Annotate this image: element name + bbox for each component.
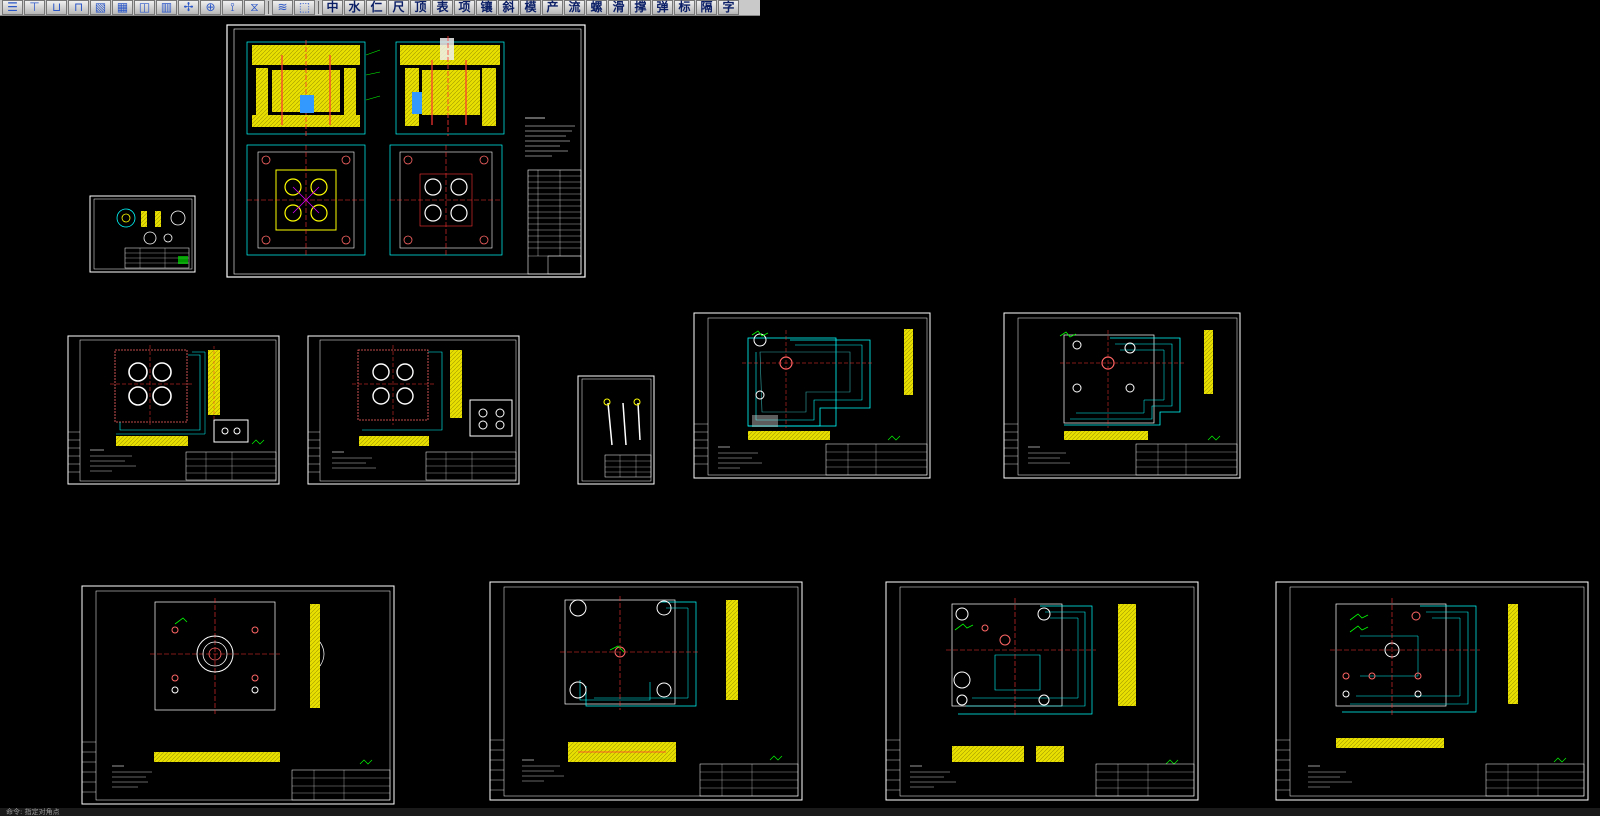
drawing-sheet-ejector-pins[interactable] <box>577 375 655 485</box>
toolbar-text-button[interactable]: 尺 <box>388 0 409 15</box>
spring-icon[interactable]: ⧖ <box>244 0 265 15</box>
toolbar-text-button[interactable]: 斜 <box>498 0 519 15</box>
drawing-sheet-core-plate[interactable] <box>1003 312 1241 479</box>
insert-icon[interactable]: ⊓ <box>68 0 89 15</box>
toolbar-text-button[interactable]: 模 <box>520 0 541 15</box>
assembly-top-plan <box>246 144 366 256</box>
screw-icon[interactable]: ⟟ <box>222 0 243 15</box>
toolbar-text-button[interactable]: 表 <box>432 0 453 15</box>
command-line[interactable]: 命令: 指定对角点 <box>0 808 1600 816</box>
drawing-sheet-cavity-plate-b[interactable] <box>307 335 520 485</box>
assembly-front-section <box>246 40 381 136</box>
center-icon[interactable]: ⊕ <box>200 0 221 15</box>
toolbar-separator <box>318 1 319 14</box>
dimension-icon[interactable]: ⊤ <box>24 0 45 15</box>
layer-stack-icon[interactable]: ≋ <box>272 0 293 15</box>
toolbar-text-button[interactable]: 标 <box>674 0 695 15</box>
toolbar-text-button[interactable]: 隔 <box>696 0 717 15</box>
drawing-sheet-support-plate[interactable] <box>489 581 803 801</box>
detail-icon[interactable]: ▥ <box>156 0 177 15</box>
toolbar-text-button[interactable]: 中 <box>322 0 343 15</box>
drawing-sheet-clamp-plate[interactable] <box>81 585 395 805</box>
assembly-notes-and-bom <box>525 117 582 275</box>
layer-manager-icon[interactable]: ☰ <box>2 0 23 15</box>
toolbar-text-button[interactable]: 镶 <box>476 0 497 15</box>
command-line-text: 命令: 指定对角点 <box>6 808 60 816</box>
drawing-sheet-cavity-plate-a[interactable] <box>67 335 280 485</box>
toolbar-text-button[interactable]: 产 <box>542 0 563 15</box>
cad-toolbar: ☰ ⊤ ⊔ ⊓ ▧ ▦ ◫ ▥ ✢ ⊕ ⟟ ⧖ ≋ ⬚ 中水仁尺顶表项镶斜模产流螺滑撑弹标隔字 <box>0 0 760 16</box>
hole-icon[interactable]: ⊔ <box>46 0 67 15</box>
assembly-bottom-plan <box>389 144 503 256</box>
toolbar-text-button[interactable]: 字 <box>718 0 739 15</box>
toolbar-text-button[interactable]: 项 <box>454 0 475 15</box>
toolbar-text-button[interactable]: 流 <box>564 0 585 15</box>
layer-swap-icon[interactable]: ⬚ <box>294 0 315 15</box>
drawing-canvas[interactable] <box>0 17 1600 808</box>
drawing-sheet-slider-plate[interactable] <box>693 312 931 479</box>
toolbar-text-button[interactable]: 撑 <box>630 0 651 15</box>
toolbar-text-button[interactable]: 滑 <box>608 0 629 15</box>
toolbar-text-button[interactable]: 顶 <box>410 0 431 15</box>
drawing-sheet-slider-block[interactable] <box>885 581 1199 801</box>
toolbar-text-button[interactable]: 螺 <box>586 0 607 15</box>
section-icon[interactable]: ◫ <box>134 0 155 15</box>
drawing-sheet-assembly[interactable] <box>226 24 586 278</box>
pattern-icon[interactable]: ▧ <box>90 0 111 15</box>
drawing-sheet-small-part[interactable] <box>89 195 196 273</box>
snap-icon[interactable]: ✢ <box>178 0 199 15</box>
toolbar-text-button[interactable]: 水 <box>344 0 365 15</box>
assembly-side-section <box>395 36 505 136</box>
toolbar-text-button[interactable]: 仁 <box>366 0 387 15</box>
toolbar-separator <box>268 1 269 14</box>
drawing-sheet-core-insert[interactable] <box>1275 581 1589 801</box>
block-icon[interactable]: ▦ <box>112 0 133 15</box>
toolbar-text-button[interactable]: 弹 <box>652 0 673 15</box>
